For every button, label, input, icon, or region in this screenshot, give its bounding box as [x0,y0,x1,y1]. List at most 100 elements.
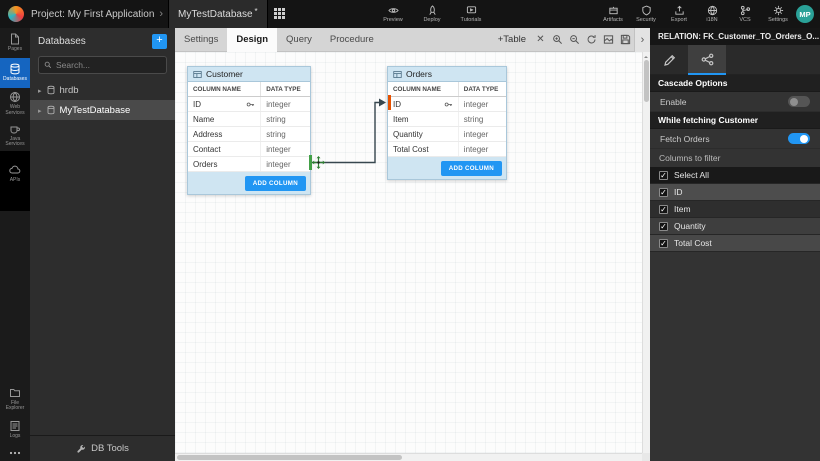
add-column-button[interactable]: ADD COLUMN [245,176,306,191]
artifacts-button[interactable]: Artifacts [601,5,625,23]
column-type: integer [459,142,506,156]
checkbox-checked[interactable] [659,222,668,231]
relation-target-anchor[interactable] [388,95,391,110]
table-row-id-pk[interactable]: ID integer [388,97,506,112]
table-header[interactable]: Orders [388,67,506,82]
columns-filter-label: Columns to filter [650,149,820,167]
table-row[interactable]: Contact integer [188,142,310,157]
add-table-button[interactable]: +Table [492,34,532,45]
more-options-button[interactable] [0,445,30,461]
rocket-icon [427,5,438,16]
column-name: Quantity [393,130,423,139]
table-header[interactable]: Customer [188,67,310,82]
databases-panel: Databases + hrdb MyTestDatabase DB Tools [30,28,175,461]
sidebar-item-file-explorer[interactable]: File Explorer [0,384,30,416]
preview-button[interactable]: Preview [381,5,405,23]
scroll-up-arrow[interactable] [644,54,648,58]
tree-item-hrdb[interactable]: hrdb [30,80,175,100]
export-diagram-icon[interactable] [600,28,617,52]
designer-area: Settings Design Query Procedure +Table C… [175,28,650,461]
filter-row-id[interactable]: ID [650,184,820,201]
expand-chevron-icon[interactable] [38,105,42,116]
sidebar-item-apis[interactable]: APIs [0,159,30,189]
entity-table-orders[interactable]: Orders COLUMN NAME DATA TYPE ID integer … [387,66,507,180]
tab-relation-settings[interactable] [688,45,726,75]
deploy-button[interactable]: Deploy [420,5,444,23]
settings-button[interactable]: Settings [766,5,790,23]
save-icon[interactable] [617,28,634,52]
sidebar-item-web-services[interactable]: Web Services [0,88,30,120]
shield-icon [641,5,652,16]
database-icon [46,85,56,95]
sidebar-item-databases[interactable]: Databases [0,58,30,88]
filter-row-quantity[interactable]: Quantity [650,218,820,235]
vcs-button[interactable]: VCS [733,5,757,23]
sidebar-item-pages[interactable]: Pages [0,28,30,58]
tab-settings[interactable]: Settings [175,28,227,52]
export-button[interactable]: Export [667,5,691,23]
tab-procedure[interactable]: Procedure [321,28,383,52]
scrollbar-thumb[interactable] [177,455,402,460]
branch-icon [740,5,751,16]
add-database-button[interactable]: + [152,34,167,49]
tab-design[interactable]: Design [227,28,277,52]
apps-grid-icon[interactable] [274,8,286,20]
checkbox-checked[interactable] [659,205,668,214]
column-type: string [261,127,310,141]
chevron-right-icon[interactable] [159,8,163,20]
artifacts-icon [608,5,619,16]
add-column-button[interactable]: ADD COLUMN [441,161,502,176]
filter-row-total-cost[interactable]: Total Cost [650,235,820,252]
sidebar-item-logs[interactable]: Logs [0,415,30,445]
checkbox-checked[interactable] [659,239,668,248]
relation-panel: RELATION: FK_Customer_TO_Orders_O... Cas… [650,28,820,461]
fetch-orders-label: Fetch Orders [660,134,710,144]
tab-mytestdatabase[interactable]: MyTestDatabase * [168,0,268,28]
topbar: Project: My First Application MyTestData… [0,0,820,28]
tree-item-mytestdatabase[interactable]: MyTestDatabase [30,100,175,120]
zoom-in-icon[interactable] [549,28,566,52]
tab-query[interactable]: Query [277,28,321,52]
table-row[interactable]: Address string [188,127,310,142]
tutorials-button[interactable]: Tutorials [459,5,483,23]
section-cascade-options: Cascade Options [650,75,820,92]
zoom-out-icon[interactable] [566,28,583,52]
filter-row-item[interactable]: Item [650,201,820,218]
i18n-button[interactable]: i18N [700,5,724,23]
collapse-panel-icon[interactable] [634,28,650,52]
expand-chevron-icon[interactable] [38,85,42,96]
table-row[interactable]: ID integer [188,97,310,112]
sidebar-item-java-services[interactable]: Java Services [0,120,30,152]
filter-row-select-all[interactable]: Select All [650,167,820,184]
close-icon[interactable] [532,28,549,52]
checkbox-checked[interactable] [659,171,668,180]
table-row[interactable]: Total Cost integer [388,142,506,157]
column-type: integer [261,97,310,111]
column-headers: COLUMN NAME DATA TYPE [388,82,506,97]
security-button[interactable]: Security [634,5,658,23]
user-avatar[interactable]: MP [796,5,814,23]
logs-icon [9,420,21,432]
move-handle-icon[interactable] [312,156,325,169]
db-tools-button[interactable]: DB Tools [30,435,175,461]
vertical-scrollbar[interactable] [642,52,650,453]
schema-canvas[interactable]: Customer COLUMN NAME DATA TYPE ID intege… [175,52,642,453]
coffee-cup-icon [9,123,21,135]
table-row-orders-fk[interactable]: Orders integer [188,157,310,172]
refresh-icon[interactable] [583,28,600,52]
tutorials-icon [466,5,477,16]
table-row[interactable]: Quantity integer [388,127,506,142]
column-name: Item [393,115,409,124]
scrollbar-thumb[interactable] [644,60,649,102]
table-row[interactable]: Item string [388,112,506,127]
app-logo[interactable] [8,6,24,22]
entity-table-customer[interactable]: Customer COLUMN NAME DATA TYPE ID intege… [187,66,311,195]
fetch-orders-toggle[interactable] [788,133,810,144]
enable-toggle[interactable] [788,96,810,107]
horizontal-scrollbar[interactable] [175,453,642,461]
table-row[interactable]: Name string [188,112,310,127]
checkbox-checked[interactable] [659,188,668,197]
tab-edit-relation[interactable] [650,45,688,75]
search-input[interactable] [56,60,161,70]
column-name: Contact [193,145,221,154]
